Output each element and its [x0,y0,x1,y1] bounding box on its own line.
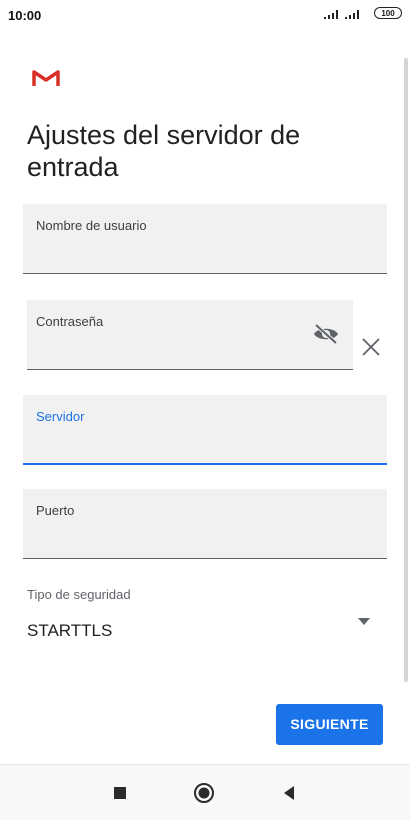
port-field[interactable]: Puerto [23,489,387,559]
navigation-bar [0,764,410,820]
signal-icon-2 [345,10,359,19]
eye-off-icon[interactable] [313,324,339,344]
dropdown-arrow-icon[interactable] [358,618,370,626]
next-button[interactable]: SIGUIENTE [276,704,383,745]
security-type-value[interactable]: STARTTLS [27,621,112,641]
username-label: Nombre de usuario [36,218,147,233]
server-label: Servidor [36,409,85,424]
gmail-logo [32,70,60,86]
status-time: 10:00 [8,8,42,23]
password-field[interactable]: Contraseña [27,300,353,370]
nav-square-icon[interactable] [109,782,131,804]
battery-icon: 100 [374,7,402,19]
password-label: Contraseña [36,314,104,329]
page-title: Ajustes del servidor de entrada [27,120,301,182]
security-type-label: Tipo de seguridad [27,587,131,602]
close-icon[interactable] [361,337,381,357]
nav-circle-icon[interactable] [193,782,215,804]
scrollbar[interactable] [404,58,408,682]
port-label: Puerto [36,503,75,518]
username-field[interactable]: Nombre de usuario [23,204,387,274]
status-bar: 10:00 100 [0,0,410,32]
server-field[interactable]: Servidor [23,395,387,465]
signal-icon [324,10,338,19]
nav-back-icon[interactable] [278,782,300,804]
